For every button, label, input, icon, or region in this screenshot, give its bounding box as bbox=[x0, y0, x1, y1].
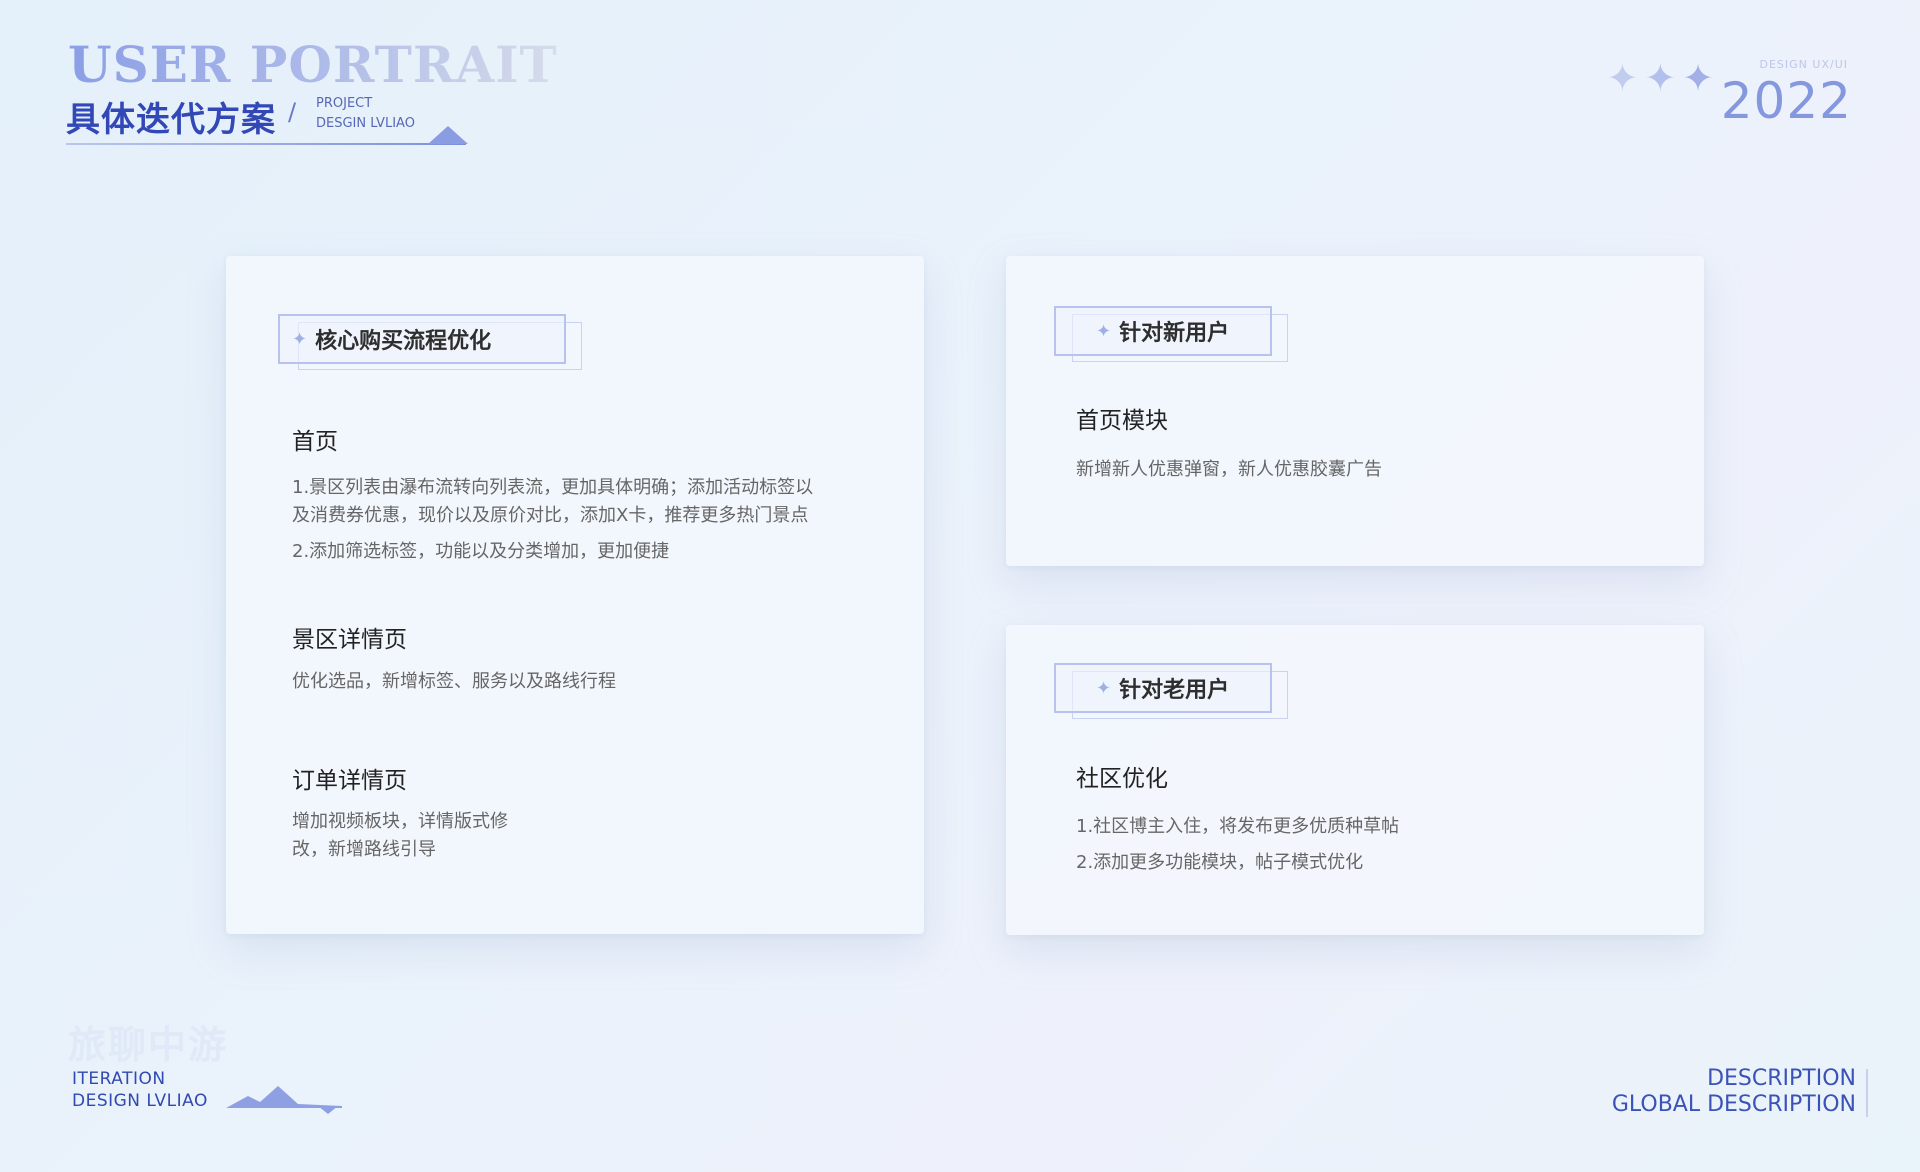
mountain-icon bbox=[226, 1086, 342, 1114]
design-label: DESIGN UX/UI bbox=[1759, 58, 1848, 71]
card-old-users: ✦ 针对老用户 社区优化 1.社区博主入住，将发布更多优质种草帖 2.添加更多功… bbox=[1006, 625, 1704, 935]
title-slash: / bbox=[288, 98, 297, 126]
title-english: USER PORTRAIT bbox=[68, 35, 558, 94]
body-line: 2.添加筛选标签，功能以及分类增加，更加便捷 bbox=[292, 541, 670, 562]
body-line: 新增新人优惠弹窗，新人优惠胶囊广告 bbox=[1076, 459, 1382, 480]
footer-line2: DESIGN LVLIAO bbox=[72, 1091, 208, 1111]
mountain-icon bbox=[428, 126, 468, 144]
description-line2: GLOBAL DESCRIPTION bbox=[1611, 1092, 1856, 1117]
body-line: 增加视频板块，详情版式修 bbox=[292, 811, 508, 832]
body-line: 1.社区博主入住，将发布更多优质种草帖 bbox=[1076, 816, 1400, 837]
project-label-line1: PROJECT bbox=[316, 96, 373, 111]
tag-label: 核心购买流程优化 bbox=[315, 329, 492, 354]
project-label: PROJECT DESGIN LVLIAO bbox=[316, 94, 415, 134]
header-stars: ✦✦✦ bbox=[1606, 56, 1720, 100]
year-label: 2022 bbox=[1720, 72, 1852, 130]
body-line: 及消费券优惠，现价以及原价对比，添加X卡，推荐更多热门景点 bbox=[292, 505, 809, 526]
page-title: 具体迭代方案 bbox=[66, 100, 276, 140]
section-title-scenic-detail: 景区详情页 bbox=[292, 627, 407, 653]
tag-front-frame: ✦ 核心购买流程优化 bbox=[278, 314, 566, 364]
four-point-star-icon: ✦ bbox=[1096, 677, 1112, 699]
star-icon: ✦ bbox=[1682, 56, 1720, 100]
section-title-community: 社区优化 bbox=[1076, 766, 1168, 792]
description-divider bbox=[1866, 1069, 1868, 1117]
footer-line1: ITERATION bbox=[72, 1069, 166, 1089]
section-body-home: 1.景区列表由瀑布流转向列表流，更加具体明确；添加活动标签以 及消费券优惠，现价… bbox=[292, 474, 813, 566]
body-line: 1.景区列表由瀑布流转向列表流，更加具体明确；添加活动标签以 bbox=[292, 477, 814, 498]
card-new-users: ✦ 针对新用户 首页模块 新增新人优惠弹窗，新人优惠胶囊广告 bbox=[1006, 256, 1704, 566]
section-body-home-module: 新增新人优惠弹窗，新人优惠胶囊广告 bbox=[1076, 456, 1382, 484]
footer-label: ITERATION DESIGN LVLIAO bbox=[72, 1068, 208, 1112]
section-title-order-detail: 订单详情页 bbox=[292, 768, 407, 794]
description-label: DESCRIPTION GLOBAL DESCRIPTION bbox=[1612, 1066, 1856, 1118]
section-body-scenic-detail: 优化选品，新增标签、服务以及路线行程 bbox=[292, 668, 616, 696]
body-line: 优化选品，新增标签、服务以及路线行程 bbox=[292, 671, 616, 692]
project-label-line2: DESGIN LVLIAO bbox=[316, 116, 415, 131]
star-icon: ✦ bbox=[1644, 56, 1683, 100]
four-point-star-icon: ✦ bbox=[292, 328, 308, 350]
tag-front-frame: ✦ 针对新用户 bbox=[1054, 306, 1272, 356]
body-line: 2.添加更多功能模块，帖子模式优化 bbox=[1076, 852, 1364, 873]
section-title-home: 首页 bbox=[292, 429, 338, 455]
star-icon: ✦ bbox=[1606, 56, 1645, 100]
section-body-community: 1.社区博主入住，将发布更多优质种草帖 2.添加更多功能模块，帖子模式优化 bbox=[1076, 809, 1399, 881]
header-underline bbox=[66, 143, 466, 145]
brand-watermark: 旅聊中游 bbox=[68, 1022, 229, 1067]
tag-label: 针对新用户 bbox=[1119, 321, 1230, 346]
section-title-home-module: 首页模块 bbox=[1076, 408, 1168, 434]
section-body-order-detail: 增加视频板块，详情版式修 改，新增路线引导 bbox=[292, 808, 508, 864]
tag-label: 针对老用户 bbox=[1119, 678, 1230, 703]
description-line1: DESCRIPTION bbox=[1707, 1066, 1856, 1091]
card-core-purchase: ✦ 核心购买流程优化 首页 1.景区列表由瀑布流转向列表流，更加具体明确；添加活… bbox=[226, 256, 924, 934]
body-line: 改，新增路线引导 bbox=[292, 839, 436, 860]
four-point-star-icon: ✦ bbox=[1096, 320, 1112, 342]
tag-front-frame: ✦ 针对老用户 bbox=[1054, 663, 1272, 713]
